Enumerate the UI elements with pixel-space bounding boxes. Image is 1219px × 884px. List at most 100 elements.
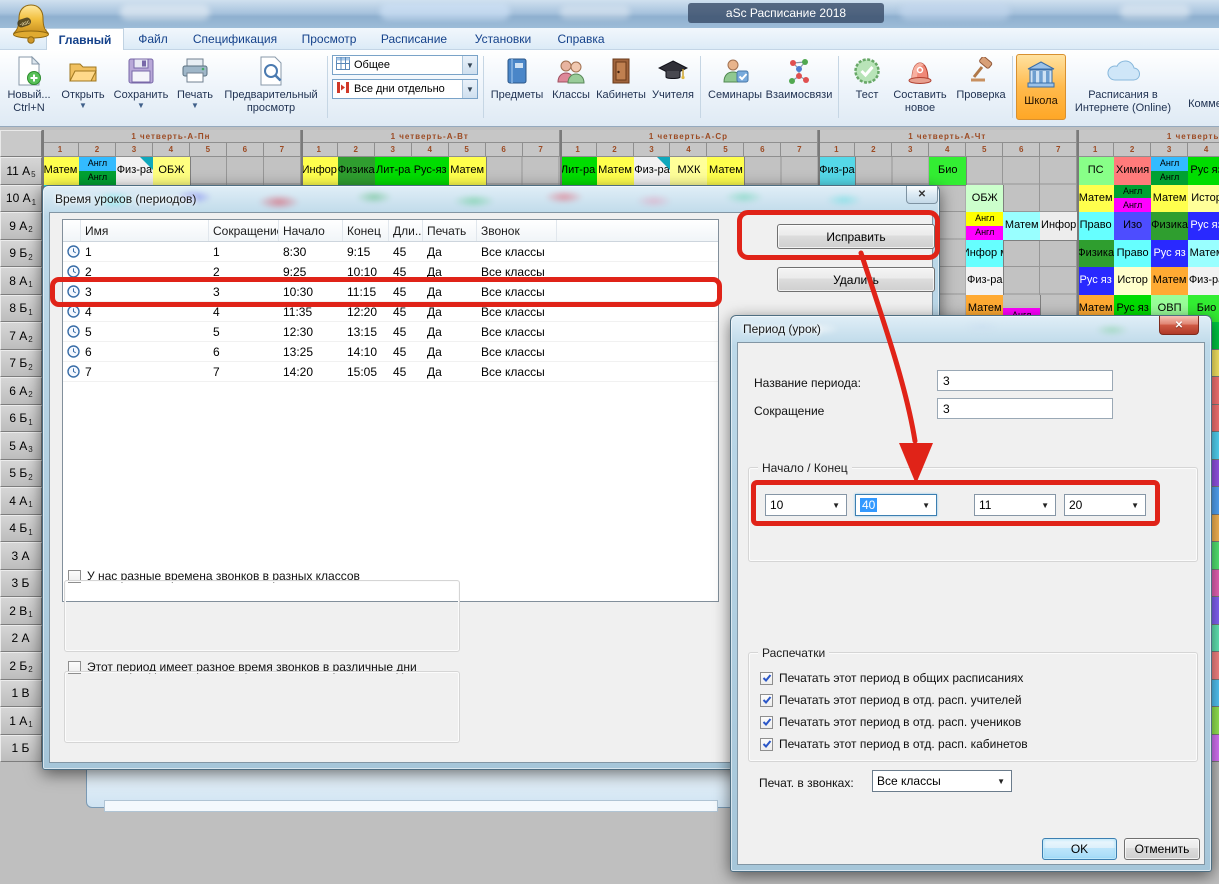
table-header-name[interactable]: Имя — [81, 220, 209, 241]
grid-cell[interactable]: Матем — [449, 157, 487, 186]
grid-row-label[interactable]: 2 В1 — [0, 597, 42, 625]
seminars-button[interactable]: Семинары — [706, 53, 764, 125]
end-hour-combo[interactable]: 11▼ — [974, 494, 1056, 516]
grid-cell[interactable]: Рус яз — [1188, 157, 1219, 186]
open-button[interactable]: Открыть ▼ — [56, 53, 110, 125]
table-header-length[interactable]: Дли... — [389, 220, 423, 241]
grid-cell[interactable]: Физ-ра — [818, 157, 856, 186]
table-header-abbr[interactable]: Сокращение — [209, 220, 279, 241]
test-button[interactable]: Тест — [846, 53, 888, 125]
grid-cell[interactable]: Право — [1114, 240, 1152, 269]
print-button[interactable]: Печать ▼ — [172, 53, 218, 125]
grid-cell[interactable]: Био — [929, 157, 967, 186]
grid-row-label[interactable]: 1 Б — [0, 735, 42, 763]
grid-row-label[interactable]: 4 Б1 — [0, 515, 42, 543]
rooms-button[interactable]: Кабинеты — [594, 53, 648, 125]
grid-cell[interactable]: Физ-ра — [966, 267, 1004, 296]
grid-cell[interactable]: Физика — [1077, 240, 1115, 269]
grid-cell[interactable]: ОБЖ — [153, 157, 191, 186]
period-abbr-input[interactable]: 3 — [937, 398, 1113, 419]
grid-cell[interactable]: Инфор м — [966, 240, 1004, 269]
asc-bell-logo[interactable]: -asc — [8, 1, 54, 50]
period-row[interactable]: 7714:2015:0545ДаВсе классы — [63, 362, 718, 382]
grid-cell[interactable]: Истор — [1114, 267, 1152, 296]
tab-options[interactable]: Установки — [462, 28, 544, 50]
grid-cell[interactable]: Рус яз — [1188, 212, 1219, 241]
end-minute-combo[interactable]: 20▼ — [1064, 494, 1146, 516]
close-icon[interactable]: ✕ — [1159, 316, 1199, 335]
grid-row-label[interactable]: 3 А — [0, 542, 42, 570]
tab-timetable[interactable]: Расписание — [370, 28, 458, 50]
grid-row-label[interactable]: 10 А1 — [0, 185, 42, 213]
grid-cell[interactable]: Матем — [597, 157, 635, 186]
bell-print-combo[interactable]: Все классы▼ — [872, 770, 1012, 792]
grid-row-label[interactable]: 4 А1 — [0, 487, 42, 515]
grid-cell[interactable]: Матем — [1151, 267, 1189, 296]
grid-row-label[interactable]: 8 Б1 — [0, 295, 42, 323]
grid-row-label[interactable]: 2 А — [0, 625, 42, 653]
grid-cell[interactable]: Рус-яз — [412, 157, 450, 186]
table-header-bell[interactable]: Звонок — [477, 220, 557, 241]
grid-cell[interactable]: Инфор — [1040, 212, 1078, 241]
grid-row-label[interactable]: 7 А2 — [0, 322, 42, 350]
grid-cell[interactable]: Физ-ра — [1188, 267, 1219, 296]
grid-cell[interactable]: Право — [1077, 212, 1115, 241]
view-select-days[interactable]: Все дни отдельно ▼ — [332, 79, 478, 99]
grid-row-label[interactable]: 7 Б2 — [0, 350, 42, 378]
period-row[interactable]: 4411:3512:2045ДаВсе классы — [63, 302, 718, 322]
subjects-button[interactable]: Предметы — [488, 53, 546, 125]
grid-cell[interactable]: Рус яз — [1077, 267, 1115, 296]
check-button[interactable]: Проверка — [952, 53, 1010, 125]
classes-button[interactable]: Классы — [548, 53, 594, 125]
new-button[interactable]: Новый... Ctrl+N — [2, 53, 56, 125]
close-icon[interactable]: ✕ — [906, 186, 938, 204]
grid-row-label[interactable]: 1 В — [0, 680, 42, 708]
table-header-end[interactable]: Конец — [343, 220, 389, 241]
grid-row-label[interactable]: 6 Б1 — [0, 405, 42, 433]
tab-main[interactable]: Главный — [46, 28, 124, 50]
grid-row-label[interactable]: 9 А2 — [0, 212, 42, 240]
ok-button[interactable]: OK — [1042, 838, 1117, 860]
grid-row-label[interactable]: 3 Б — [0, 570, 42, 598]
tab-file[interactable]: Файл — [128, 28, 178, 50]
online-timetables-button[interactable]: Расписания в Интернете (Online) — [1070, 53, 1176, 125]
grid-cell[interactable]: Матем — [1003, 212, 1041, 241]
grid-row-label[interactable]: 5 А3 — [0, 432, 42, 460]
table-header-start[interactable]: Начало — [279, 220, 343, 241]
grid-cell[interactable]: Рус яз — [1151, 240, 1189, 269]
grid-cell[interactable]: АнглАнгл — [79, 157, 117, 186]
grid-row-label[interactable]: 6 А2 — [0, 377, 42, 405]
period-row[interactable]: 118:309:1545ДаВсе классы — [63, 242, 718, 262]
grid-cell[interactable]: АнглАнгл — [1151, 157, 1189, 186]
grid-cell[interactable]: Лит-ра — [375, 157, 413, 186]
period-name-input[interactable]: 3 — [937, 370, 1113, 391]
grid-cell[interactable]: Матем — [42, 157, 80, 186]
checkbox[interactable] — [760, 672, 773, 685]
links-button[interactable]: Взаимосвязи — [764, 53, 834, 125]
grid-row-label[interactable]: 2 Б2 — [0, 652, 42, 680]
grid-cell[interactable]: Лит-ра — [560, 157, 598, 186]
grid-cell[interactable]: МХК — [670, 157, 708, 186]
checkbox[interactable] — [760, 716, 773, 729]
grid-cell[interactable]: ОБЖ — [966, 185, 1004, 214]
grid-row-label[interactable]: 5 Б2 — [0, 460, 42, 488]
grid-cell[interactable]: Матем — [1151, 185, 1189, 214]
checkbox[interactable] — [760, 694, 773, 707]
grid-cell[interactable]: Химия — [1114, 157, 1152, 186]
grid-cell[interactable]: ПС — [1077, 157, 1115, 186]
checkbox[interactable] — [760, 738, 773, 751]
delete-button[interactable]: Удалить — [777, 267, 935, 292]
teachers-button[interactable]: Учителя — [648, 53, 698, 125]
school-button[interactable]: Школа — [1016, 54, 1066, 120]
grid-cell[interactable]: АнглАнгл — [966, 212, 1004, 241]
save-button[interactable]: Сохранить ▼ — [110, 53, 172, 125]
grid-cell[interactable]: АнглАнгл — [1114, 185, 1152, 214]
grid-cell[interactable]: Изо — [1114, 212, 1152, 241]
grid-row-label[interactable]: 11 А5 — [0, 157, 42, 185]
grid-row-label[interactable]: 8 А1 — [0, 267, 42, 295]
tab-specification[interactable]: Спецификация — [182, 28, 288, 50]
grid-cell[interactable]: Матем — [1188, 240, 1219, 269]
comments-button[interactable]: Коммен — [1178, 53, 1219, 125]
view-select-common[interactable]: Общее ▼ — [332, 55, 478, 75]
grid-cell[interactable]: Физика — [338, 157, 376, 186]
